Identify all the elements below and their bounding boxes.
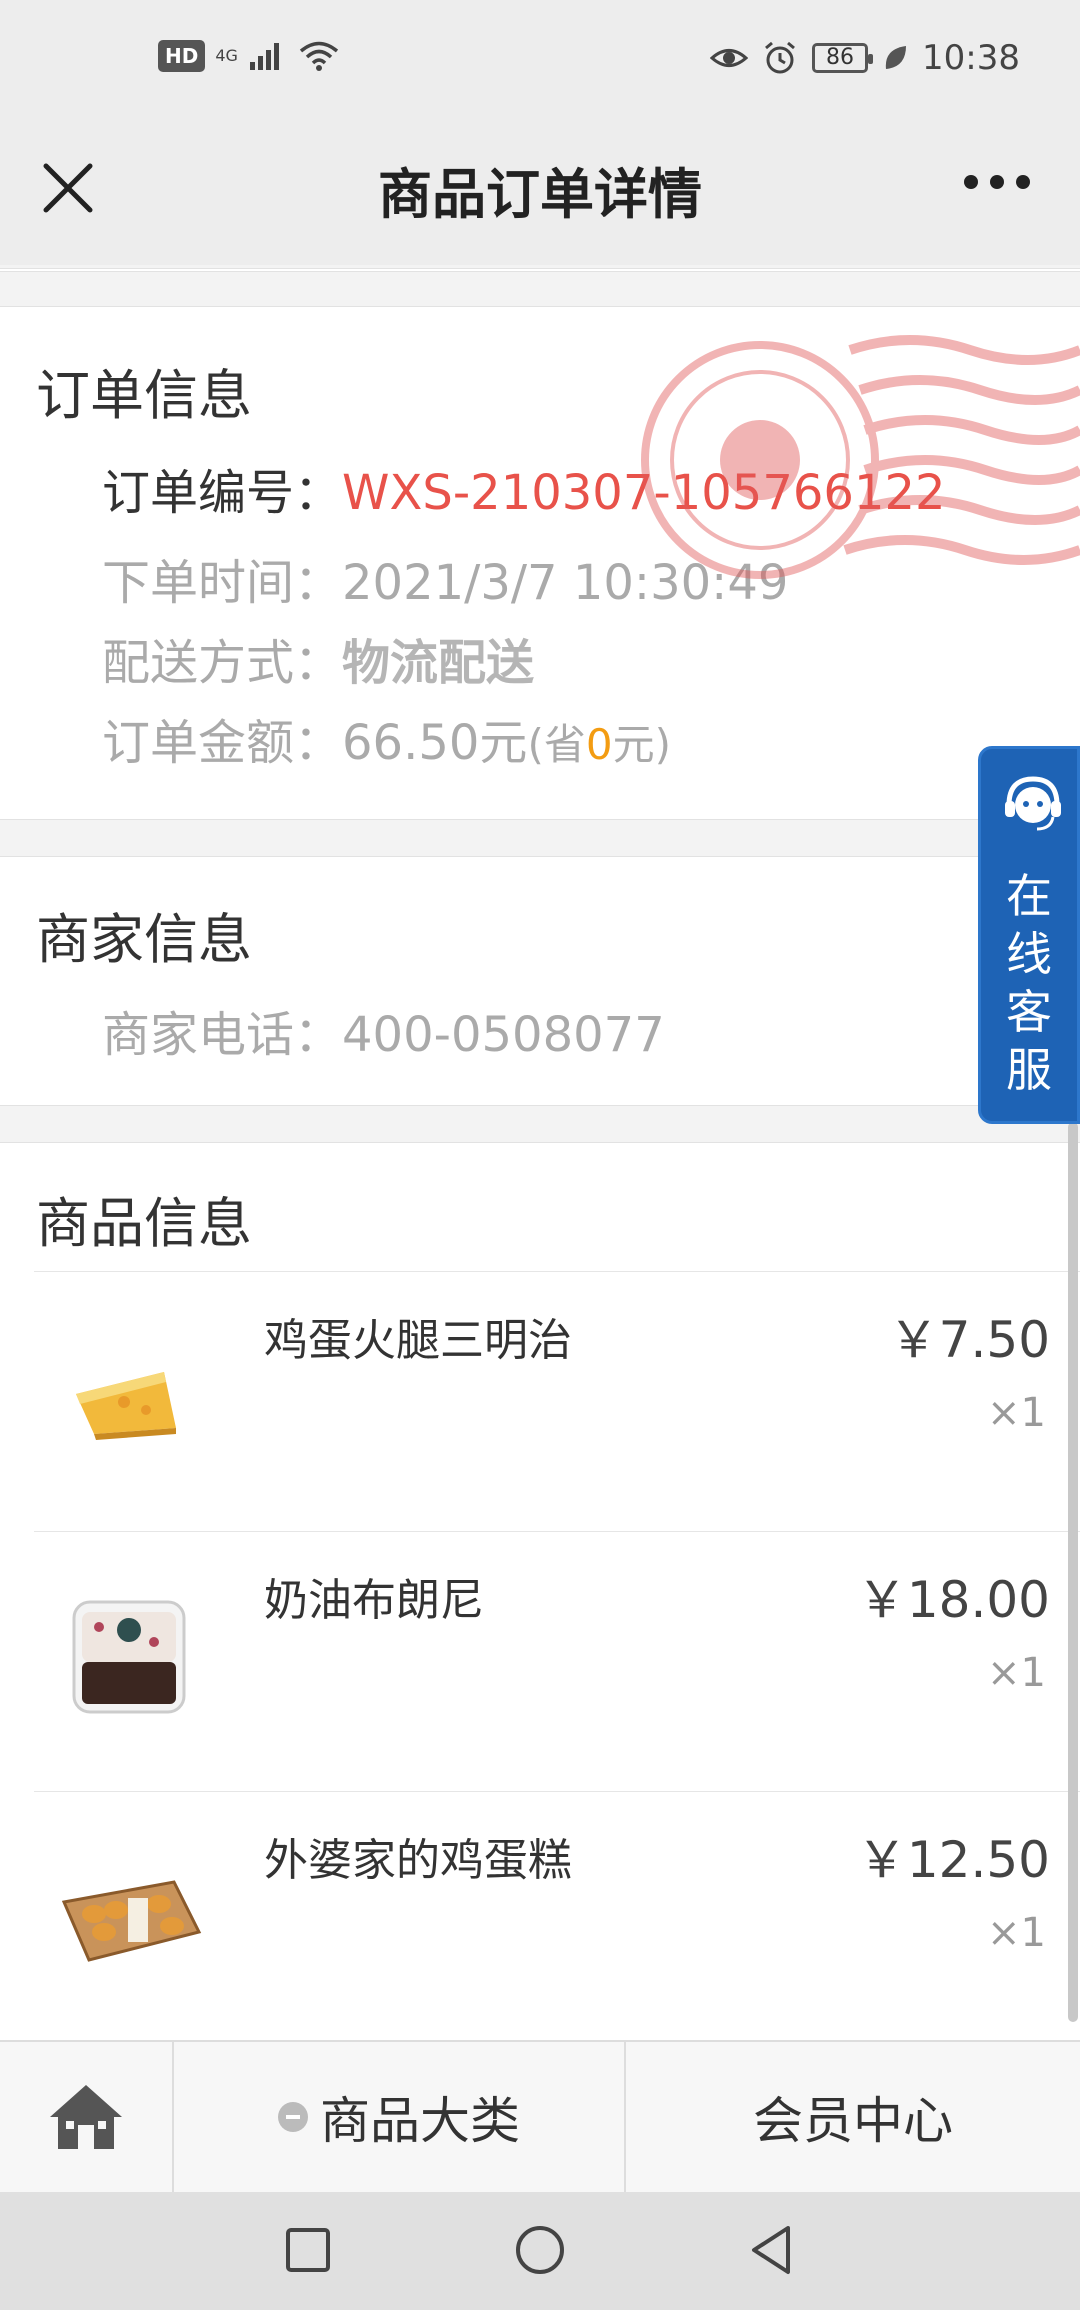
recent-apps-icon[interactable] [280, 2222, 336, 2278]
saved-suffix: 元) [612, 720, 671, 769]
merchant-info-title: 商家信息 [36, 908, 252, 971]
product-price: ￥7.50 [888, 1311, 1050, 1369]
home-circle-icon[interactable] [512, 2222, 568, 2278]
back-icon[interactable] [744, 2222, 800, 2278]
collection-stamp-image [641, 335, 1080, 579]
signal-icon [249, 43, 279, 70]
amount-label: 订单金额： [102, 715, 343, 771]
more-dot [1016, 175, 1030, 189]
top-divider-strip [0, 268, 1080, 272]
status-left: HD 4G [158, 40, 340, 72]
more-dot [964, 175, 978, 189]
home-icon [50, 2085, 122, 2149]
product-name: 外婆家的鸡蛋糕 [264, 1835, 572, 1886]
cs-char: 客 [1006, 985, 1052, 1039]
wifi-icon [299, 41, 339, 71]
saved-prefix: (省 [527, 720, 586, 769]
product-quantity: ×1 [987, 1650, 1046, 1696]
product-name: 奶油布朗尼 [264, 1575, 484, 1626]
more-options-icon[interactable] [964, 175, 1030, 189]
order-info-title: 订单信息 [36, 364, 252, 427]
product-item[interactable]: 外婆家的鸡蛋糕 ￥12.50 ×1 [34, 1791, 1080, 2051]
merchant-phone-value[interactable]: 400-0508077 [342, 1007, 665, 1063]
delivery-label: 配送方式： [102, 635, 343, 691]
headset-icon [1005, 776, 1061, 831]
order-number-label: 订单编号： [102, 465, 343, 521]
cs-char: 在 [1006, 869, 1052, 923]
delivery-row: 配送方式：物流配送 [102, 623, 534, 693]
tab-categories-label: 商品大类 [320, 2092, 520, 2150]
cs-char: 线 [1006, 927, 1052, 981]
product-info-section: 商品信息 鸡蛋火腿三明治 ￥7.50 ×1 奶油布朗尼 ￥18.00 ×1 外婆… [0, 1142, 1080, 2042]
scrollbar[interactable] [1068, 1122, 1078, 2022]
tab-home[interactable] [0, 2042, 174, 2192]
tab-member-label: 会员中心 [753, 2092, 953, 2150]
tab-categories[interactable]: 商品大类 [174, 2042, 626, 2192]
screen: HD 4G 86 10:38 商品订单详情 订单信息 订单编号：WXS-2103… [0, 0, 1080, 2310]
tab-member-center[interactable]: 会员中心 [626, 2042, 1080, 2192]
product-item[interactable]: 奶油布朗尼 ￥18.00 ×1 [34, 1531, 1080, 1791]
amount-row: 订单金额：66.50元(省0元) [102, 703, 671, 773]
merchant-phone-row: 商家电话：400-0508077 [102, 995, 665, 1065]
clock: 10:38 [922, 38, 1020, 78]
customer-service-label: 在 线 客 服 [981, 867, 1077, 1099]
product-price: ￥12.50 [856, 1831, 1050, 1889]
network-type: 4G [215, 46, 238, 65]
eye-icon [710, 49, 749, 67]
product-name: 鸡蛋火腿三明治 [264, 1315, 572, 1366]
hd-badge: HD [158, 40, 206, 72]
online-customer-service-button[interactable]: 在 线 客 服 [978, 746, 1080, 1124]
product-info-title: 商品信息 [36, 1192, 252, 1255]
status-bar: HD 4G 86 10:38 [0, 0, 1080, 120]
product-item[interactable]: 鸡蛋火腿三明治 ￥7.50 ×1 [34, 1271, 1080, 1531]
product-quantity: ×1 [987, 1390, 1046, 1436]
delivery-value: 物流配送 [342, 635, 535, 691]
product-price: ￥18.00 [856, 1571, 1050, 1629]
status-right: 86 10:38 [710, 38, 1020, 78]
saved-value: 0 [585, 720, 613, 769]
system-navigation-bar [0, 2192, 1080, 2310]
page-title: 商品订单详情 [378, 163, 702, 226]
menu-dot-icon [278, 2102, 308, 2132]
bottom-tab-bar: 商品大类 会员中心 [0, 2040, 1080, 2192]
cs-char: 服 [1006, 1043, 1052, 1097]
amount-value: 66.50元 [342, 715, 528, 771]
leaf-icon [885, 46, 907, 69]
brownie-image [72, 1600, 186, 1714]
product-quantity: ×1 [987, 1910, 1046, 1956]
sandwich-image [76, 1372, 176, 1440]
nav-bar: 商品订单详情 [0, 120, 1080, 265]
battery-indicator: 86 [812, 43, 874, 73]
order-time-label: 下单时间： [102, 555, 343, 611]
more-dot [990, 175, 1004, 189]
egg-cake-image [61, 1880, 202, 1962]
merchant-phone-label: 商家电话： [102, 1007, 343, 1063]
alarm-icon [765, 41, 795, 74]
merchant-info-section: 商家信息 商家电话：400-0508077 [0, 856, 1080, 1106]
